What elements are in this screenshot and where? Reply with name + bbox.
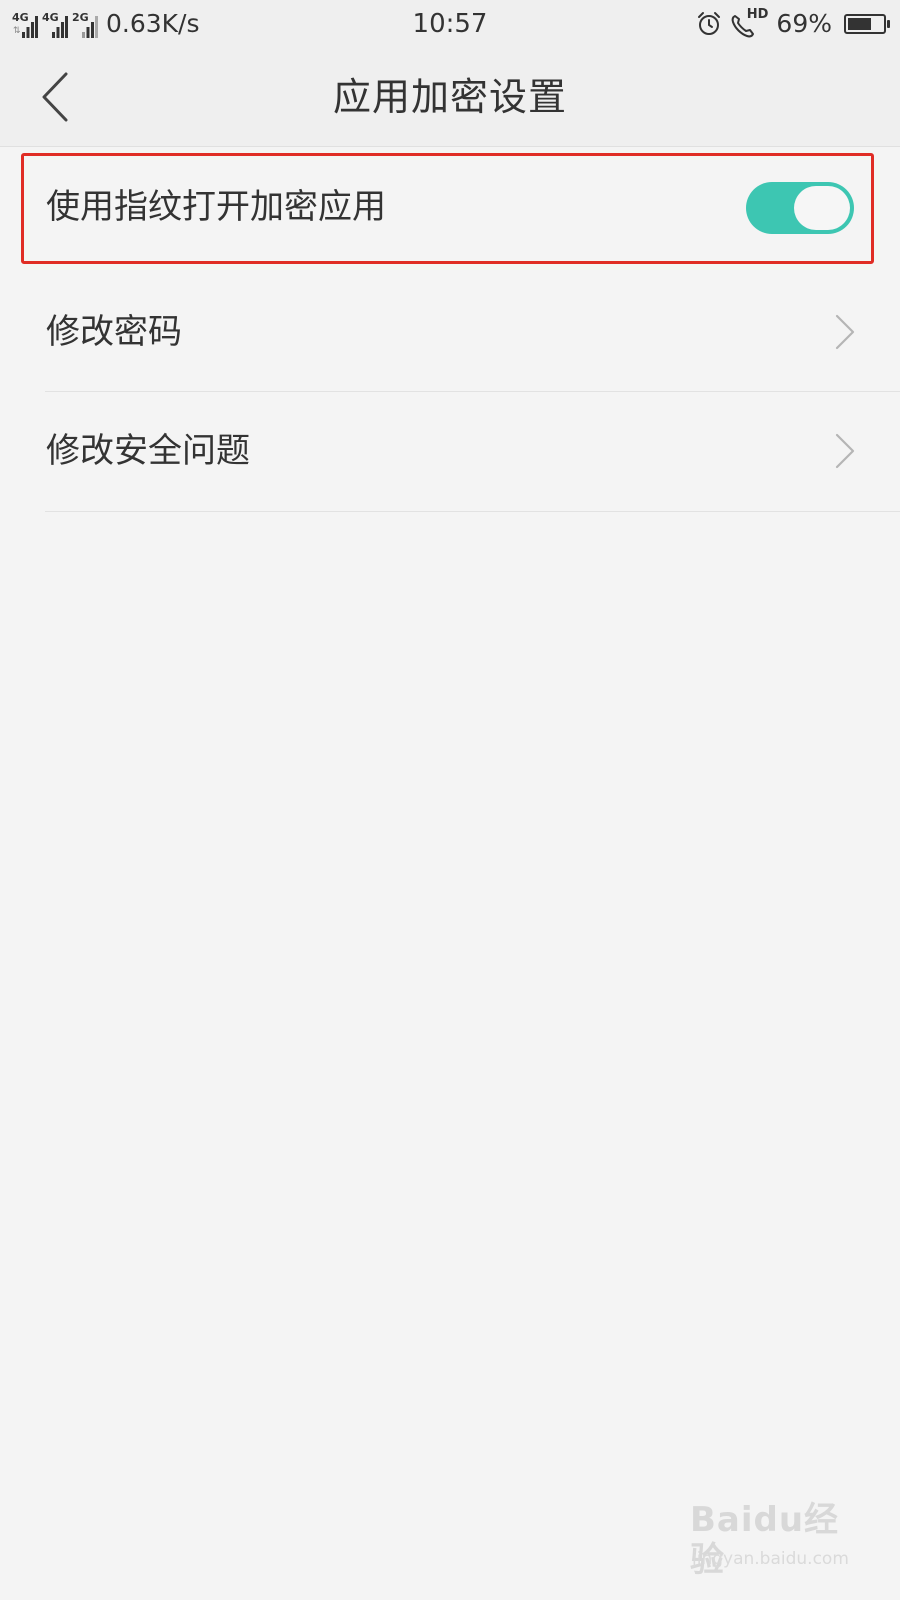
fingerprint-unlock-toggle[interactable] xyxy=(746,182,854,234)
toggle-knob xyxy=(794,186,850,230)
fingerprint-unlock-label: 使用指纹打开加密应用 xyxy=(46,187,386,227)
baidu-jingyan-watermark: Baidu经验 jingyan.baidu.com xyxy=(690,1500,860,1580)
change-security-question-row[interactable]: 修改安全问题 xyxy=(0,392,900,512)
chevron-right-icon xyxy=(835,314,855,350)
hd-label: HD xyxy=(746,7,769,22)
watermark-url: jingyan.baidu.com xyxy=(692,1549,849,1569)
chevron-right-icon xyxy=(835,433,855,469)
title-bar: 应用加密设置 xyxy=(0,48,900,147)
watermark-brand: Baidu经验 xyxy=(690,1500,840,1580)
battery-icon xyxy=(844,14,890,34)
page-title: 应用加密设置 xyxy=(332,75,567,119)
battery-level xyxy=(848,18,871,30)
change-security-question-label: 修改安全问题 xyxy=(46,431,250,471)
divider xyxy=(45,511,900,512)
alarm-icon xyxy=(698,12,721,35)
battery-percent: 69% xyxy=(776,9,832,38)
status-right: HD 69% xyxy=(696,7,890,40)
fingerprint-unlock-row[interactable]: 使用指纹打开加密应用 xyxy=(0,152,900,264)
change-password-row[interactable]: 修改密码 xyxy=(0,273,900,392)
hd-call-indicator: HD xyxy=(730,7,769,39)
status-bar: 4G ⇅ 4G 2G 0.63K/s 10:57 HD 69% xyxy=(0,0,900,48)
change-password-label: 修改密码 xyxy=(46,312,182,352)
